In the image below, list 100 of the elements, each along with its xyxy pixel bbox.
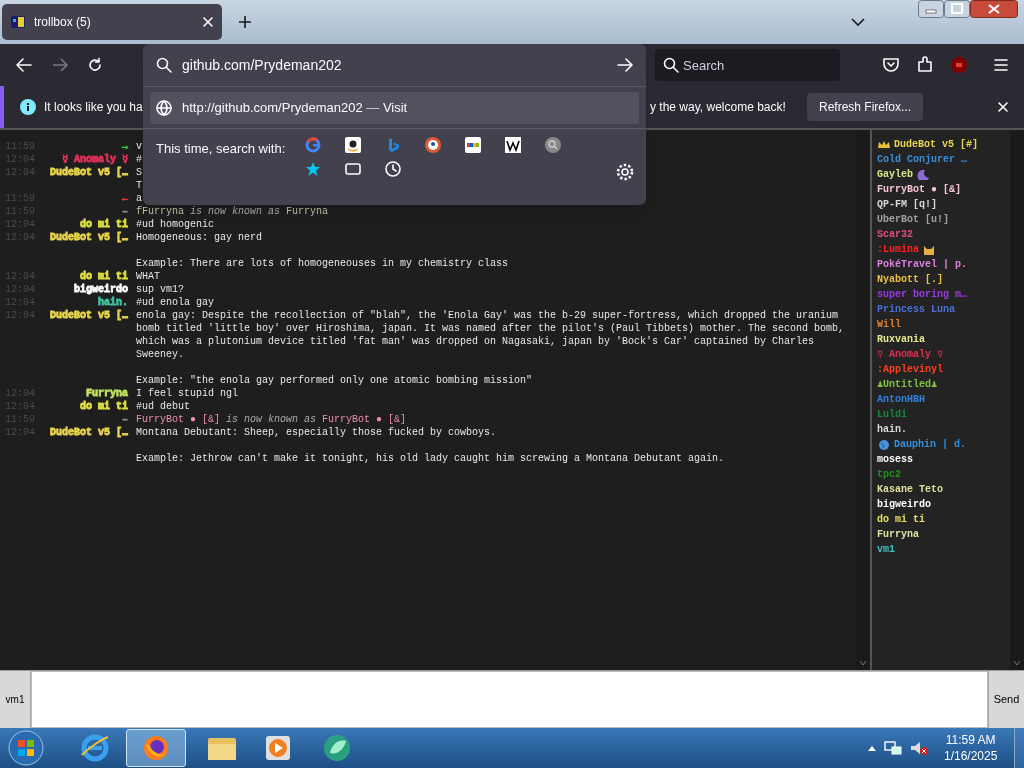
message-text: Example: "the enola gay performed only one atomic bombing mission" bbox=[136, 374, 533, 387]
search-icon bbox=[663, 57, 679, 73]
browser-tab[interactable]: trollbox (5) bbox=[2, 4, 222, 40]
user-name[interactable]: UberBot [u!] bbox=[877, 212, 949, 227]
message-text: sup vm1? bbox=[136, 283, 184, 296]
tab-list-icon[interactable] bbox=[851, 17, 865, 27]
network-icon[interactable] bbox=[884, 740, 902, 756]
user-name[interactable]: PokéTravel | p. bbox=[877, 257, 967, 272]
user-name[interactable]: ♟Untitled♟ bbox=[877, 377, 938, 392]
message-text: T bbox=[136, 179, 142, 192]
user-name[interactable]: :Applevinyl bbox=[877, 362, 943, 377]
clock-time[interactable]: 11:59 AM bbox=[945, 732, 996, 748]
minimize-icon[interactable] bbox=[918, 0, 944, 18]
user-name[interactable]: Kasane Teto bbox=[877, 482, 943, 497]
message-nick: DudeBot v5 [… bbox=[50, 231, 128, 245]
message-text: WHAT bbox=[136, 270, 160, 283]
start-icon[interactable] bbox=[8, 730, 44, 766]
volume-muted-icon[interactable] bbox=[910, 740, 928, 756]
tab-title: trollbox (5) bbox=[34, 14, 92, 31]
new-tab-icon[interactable] bbox=[238, 15, 252, 29]
user-name[interactable]: ☿ Anomaly ☿ bbox=[877, 347, 944, 362]
message-nick: bigweirdo bbox=[74, 283, 128, 296]
puzzle-icon[interactable] bbox=[916, 56, 934, 74]
message-nick: – bbox=[122, 413, 128, 426]
user-name[interactable]: do mi ti bbox=[877, 512, 925, 527]
user-name[interactable]: hain. bbox=[877, 422, 907, 437]
wikipedia-icon[interactable] bbox=[505, 137, 522, 153]
settings-icon[interactable] bbox=[616, 163, 634, 181]
forward-icon[interactable] bbox=[51, 57, 69, 73]
search-engine-icon[interactable] bbox=[545, 137, 562, 153]
message-nick: Furryna bbox=[86, 387, 128, 400]
go-arrow-icon[interactable] bbox=[617, 58, 633, 72]
refresh-button[interactable]: Refresh Firefox... bbox=[807, 93, 924, 121]
tab-icon[interactable] bbox=[345, 161, 362, 177]
media-player-icon[interactable] bbox=[264, 734, 292, 762]
message-nick: ☿ Anomaly ☿ bbox=[61, 153, 128, 166]
search-field[interactable]: Search bbox=[655, 49, 840, 81]
send-button[interactable]: Send bbox=[988, 671, 1024, 728]
nick-button[interactable]: vm1 bbox=[0, 671, 31, 728]
leaf-icon[interactable] bbox=[322, 733, 352, 763]
user-name[interactable]: Cold Conjurer … bbox=[877, 152, 967, 167]
app-icon bbox=[10, 14, 26, 30]
reload-icon[interactable] bbox=[87, 57, 103, 73]
fox-icon bbox=[142, 734, 170, 762]
message-input[interactable] bbox=[31, 671, 988, 728]
maximize-icon[interactable] bbox=[944, 0, 970, 18]
message-text: Example: Jethrow can't make it tonight, his old lady caught him screwing a Montana Debutant again. bbox=[136, 452, 725, 465]
message-text: #ud debut bbox=[136, 400, 190, 413]
user-name[interactable]: Nyabott [.] bbox=[877, 272, 943, 287]
clock-date[interactable]: 1/16/2025 bbox=[944, 748, 998, 764]
user-name[interactable]: Scar32 bbox=[877, 227, 913, 242]
message-nick: DudeBot v5 [… bbox=[50, 166, 128, 180]
message-nick: – bbox=[122, 205, 128, 218]
scroll-down-icon[interactable] bbox=[859, 660, 867, 666]
pocket-icon[interactable] bbox=[882, 56, 900, 74]
browser-e-icon[interactable] bbox=[80, 733, 110, 763]
user-name[interactable]: bigweirdo bbox=[877, 497, 931, 512]
user-name[interactable]: Furryna bbox=[877, 527, 919, 542]
firefox-taskbar-button[interactable] bbox=[126, 729, 186, 767]
user-name[interactable]: mosess bbox=[877, 452, 913, 467]
message-text: Homogeneous: gay nerd bbox=[136, 231, 263, 244]
user-name[interactable]: tpc2 bbox=[877, 467, 901, 482]
back-icon[interactable] bbox=[15, 57, 33, 73]
user-name[interactable]: :Lumina bbox=[877, 242, 919, 257]
message-nick: do mi ti bbox=[80, 400, 128, 413]
user-name[interactable]: QP-FM [q!] bbox=[877, 197, 937, 212]
clock-icon[interactable] bbox=[385, 161, 402, 177]
message-text: # bbox=[136, 153, 142, 166]
scrollbar[interactable] bbox=[856, 130, 870, 670]
menu-icon[interactable] bbox=[992, 56, 1010, 74]
user-name[interactable]: Gayleb bbox=[877, 167, 913, 182]
globe-icon bbox=[156, 100, 172, 116]
notification-text: It looks like you ha bbox=[44, 99, 143, 116]
close-icon[interactable] bbox=[970, 0, 1018, 18]
user-name[interactable]: FurryBot ● [&] bbox=[877, 182, 961, 197]
user-name[interactable]: Dauphin | d. bbox=[894, 437, 966, 452]
user-name[interactable]: AntonHBH bbox=[877, 392, 925, 407]
user-name[interactable]: Will bbox=[877, 317, 901, 332]
nick-change-text: fFurryna is now known as Furryna bbox=[136, 205, 329, 218]
amazon-icon[interactable] bbox=[345, 137, 362, 153]
notification-text: y the way, welcome back! bbox=[650, 99, 786, 116]
scroll-down-icon[interactable] bbox=[1013, 660, 1021, 666]
message-text: enola gay: Despite the recollection of "blah", the 'Enola Gay' was the b-29 super-fortress, which dropped the uranium bomb titled 'little boy' over Hiroshima, japan. It was named after the pilot's (Paul Tibbets) mother. The second bomb, which was a plutonium device titled 'fat man' was dropped on Nagasaki, japan by 'Bock's Car' captained by Charles Sweeney. bbox=[136, 309, 846, 361]
message-text: Example: There are lots of homogeneouses in my chemistry class bbox=[136, 257, 509, 270]
message-nick: DudeBot v5 [… bbox=[50, 426, 128, 440]
message-nick: → bbox=[122, 140, 128, 153]
globe-icon bbox=[877, 439, 891, 450]
search-icon bbox=[156, 57, 172, 73]
google-icon[interactable] bbox=[305, 137, 322, 153]
show-hidden-icon[interactable] bbox=[868, 745, 876, 751]
user-name[interactable]: DudeBot v5 [#] bbox=[894, 137, 978, 152]
message-text: S bbox=[136, 166, 142, 179]
user-name[interactable]: Ruxvania bbox=[877, 332, 925, 347]
user-name[interactable]: vm1 bbox=[877, 542, 895, 557]
nick-change-text: FurryBot ● [&] is now known as FurryBot ● [&] bbox=[136, 413, 407, 426]
url-field[interactable]: github.com/Prydeman202 bbox=[150, 48, 639, 82]
scrollbar[interactable] bbox=[1010, 130, 1024, 670]
ebay-icon[interactable] bbox=[465, 137, 482, 153]
url-suggestion[interactable]: http://github.com/Prydeman202 — Visit bbox=[150, 92, 639, 124]
star-icon[interactable] bbox=[305, 161, 322, 177]
